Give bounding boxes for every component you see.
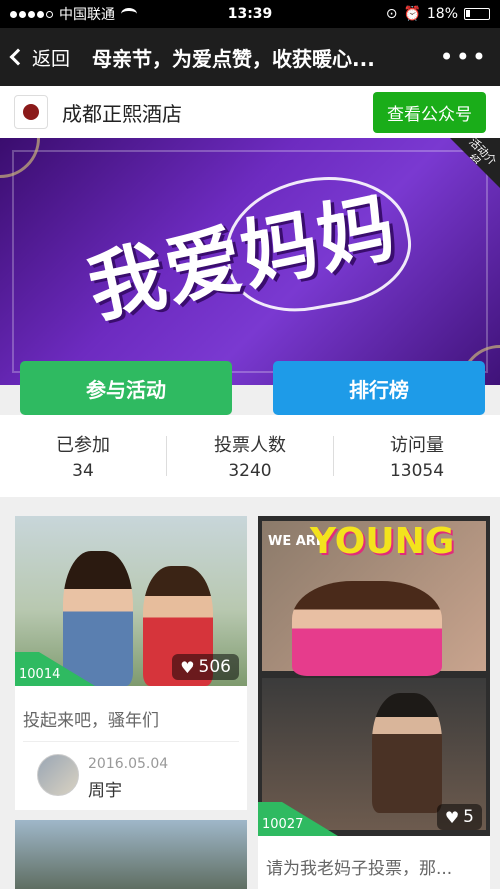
young-text: YOUNG [310,521,455,562]
entry-caption: 请为我老妈子投票，那... [266,859,453,879]
carrier-label: 中国联通 [59,7,115,23]
stat-value: 13054 [389,461,445,481]
account-name: 成都正熙酒店 [62,101,182,126]
nav-bar: 返回 母亲节，为爱点赞，收获暖心... ••• [0,28,500,86]
status-bar: 中国联通 13:39 ⊙ ⏰ 18% [0,0,500,28]
stat-value: 3240 [228,461,272,481]
stat-label: 投票人数 [214,435,286,456]
more-menu-button[interactable]: ••• [440,43,488,71]
back-label: 返回 [32,47,71,70]
battery-icon [464,8,490,20]
entry-card[interactable] [15,820,247,889]
stat-visits: 访问量 13054 [334,431,500,481]
lock-rotation-icon: ⊙ [385,6,398,22]
entry-card[interactable]: WE ARE YOUNG 10027 ♥ 5 请为我老妈子投票，那... [258,516,490,889]
entry-date: 2016.05.04 [88,756,169,772]
vote-count: 506 [198,657,231,677]
wifi-icon [121,8,137,20]
entry-photo[interactable] [15,820,247,889]
signal-icon [10,10,53,18]
hotel-logo [14,95,48,129]
vote-count-badge[interactable]: ♥ 506 [172,654,239,680]
battery-percent: 18% [426,6,458,22]
vote-count: 5 [463,807,474,827]
stat-label: 访问量 [390,435,444,456]
entry-caption: 投起来吧，骚年们 [23,711,159,731]
ranking-button[interactable]: 排行榜 [273,361,485,415]
stat-participants: 已参加 34 [0,431,166,481]
entry-photo[interactable]: WE ARE YOUNG [258,516,490,836]
stat-label: 已参加 [56,435,110,456]
stat-value: 34 [72,461,94,481]
heart-icon: ♥ [444,807,460,827]
join-activity-button[interactable]: 参与活动 [20,361,232,415]
avatar [37,754,79,796]
chevron-left-icon [9,48,27,66]
activity-banner: 我爱妈妈 活动介绍 [0,138,500,385]
stat-voters: 投票人数 3240 [167,431,333,481]
account-bar: 成都正熙酒店 查看公众号 [0,86,500,138]
page-title: 母亲节，为爱点赞，收获暖心... [92,46,375,71]
entry-username: 周宇 [88,781,122,801]
divider [23,741,239,742]
view-official-account-button[interactable]: 查看公众号 [373,91,486,133]
stats-panel: 已参加 34 投票人数 3240 访问量 13054 [0,415,500,497]
clock: 13:39 [227,6,273,22]
entry-card[interactable]: 10014 ♥ 506 投起来吧，骚年们 2016.05.04 周宇 [15,516,247,810]
heart-icon: ♥ [180,657,195,677]
alarm-icon: ⏰ [403,6,421,22]
back-button[interactable]: 返回 [9,44,71,71]
vote-count-badge[interactable]: ♥ 5 [436,804,482,830]
